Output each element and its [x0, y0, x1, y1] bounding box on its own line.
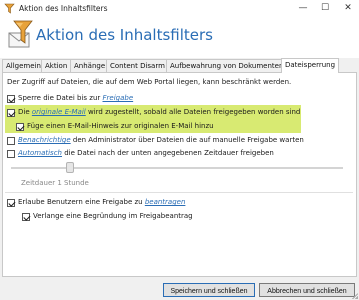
divider: [5, 192, 353, 193]
intro-text: Der Zugriff auf Dateien, die auf dem Web…: [7, 78, 292, 86]
tab-content-disarm[interactable]: Content Disarm: [106, 59, 169, 72]
cancel-and-close-button[interactable]: Abbrechen und schließen: [259, 283, 355, 297]
beantragen-checkbox[interactable]: [7, 199, 15, 207]
tab-dateisperrung[interactable]: Dateisperrung: [281, 58, 340, 73]
zeitdauer-slider-thumb[interactable]: [66, 162, 74, 173]
begruendung-label: Verlange eine Begründung im Freigabeantr…: [33, 212, 193, 220]
benachrichtige-checkbox[interactable]: [7, 137, 15, 145]
benachrichtige-text: den Administrator über Dateien die auf m…: [70, 136, 304, 144]
automatisch-checkbox[interactable]: [7, 150, 15, 158]
resize-grip[interactable]: [352, 293, 358, 299]
tab-panel-dateisperrung: Der Zugriff auf Dateien, die auf dem Web…: [2, 72, 357, 277]
begruendung-checkbox[interactable]: [22, 213, 30, 221]
original-checkbox[interactable]: [7, 109, 15, 117]
automatisch-link[interactable]: Automatisch: [18, 149, 62, 157]
tab-allgemein[interactable]: Allgemein: [2, 59, 45, 72]
save-and-close-button[interactable]: Speichern und schließen: [163, 283, 255, 297]
filter-app-icon: [4, 3, 15, 14]
hinweis-label: Füge einen E-Mail-Hinweis zur originalen…: [27, 122, 214, 130]
original-text-pre: Die: [18, 108, 32, 116]
zeitdauer-slider-track[interactable]: [11, 167, 343, 169]
hinweis-checkbox[interactable]: [16, 123, 24, 131]
automatisch-text: die Datei nach der unten angegebenen Zei…: [61, 149, 274, 157]
original-text-post: wird zugestellt, sobald alle Dateien fre…: [85, 108, 301, 116]
tab-anhaenge[interactable]: Anhänge: [70, 59, 110, 72]
window-title: Aktion des Inhaltsfilters: [19, 4, 108, 13]
minimize-button[interactable]: —: [292, 0, 314, 17]
freigabe-link[interactable]: Freigabe: [103, 94, 134, 102]
close-button[interactable]: ✕: [337, 0, 359, 17]
tab-aktion[interactable]: Aktion: [41, 59, 72, 72]
zeitdauer-label: Zeitdauer 1 Stunde: [21, 179, 89, 187]
sperre-checkbox[interactable]: [7, 95, 15, 103]
email-filter-icon: [8, 20, 33, 48]
beantragen-label: Erlaube Benutzern eine Freigabe zu beant…: [18, 198, 185, 206]
sperre-text: Sperre die Datei bis zur: [18, 94, 103, 102]
dialog-header: Aktion des Inhaltsfilters: [0, 17, 359, 58]
maximize-button[interactable]: ☐: [314, 0, 336, 17]
title-bar: Aktion des Inhaltsfilters — ☐ ✕: [0, 0, 359, 18]
sperre-label: Sperre die Datei bis zur Freigabe: [18, 94, 133, 102]
beantragen-link[interactable]: beantragen: [145, 198, 186, 206]
beantragen-text: Erlaube Benutzern eine Freigabe zu: [18, 198, 145, 206]
benachrichtige-label: Benachrichtige den Administrator über Da…: [18, 136, 304, 144]
originale-email-link[interactable]: originale E-Mail: [32, 108, 86, 116]
benachrichtige-link[interactable]: Benachrichtige: [18, 136, 71, 144]
tab-aufbewahrung[interactable]: Aufbewahrung von Dokumenten: [166, 59, 288, 72]
automatisch-label: Automatisch die Datei nach der unten ang…: [18, 149, 274, 157]
original-label: Die originale E-Mail wird zugestellt, so…: [18, 108, 300, 116]
page-title: Aktion des Inhaltsfilters: [36, 26, 213, 44]
